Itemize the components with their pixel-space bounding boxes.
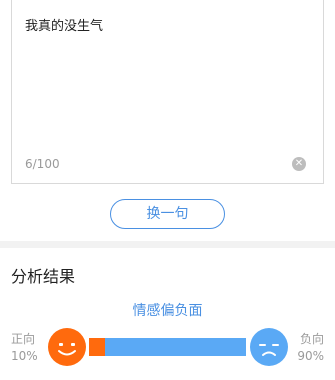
section-title: 分析结果 xyxy=(11,267,76,286)
positive-percent: 10% xyxy=(11,349,38,363)
sad-face-icon xyxy=(250,328,288,366)
positive-label: 正向 10% xyxy=(11,331,38,365)
negative-percent: 90% xyxy=(297,349,324,363)
sentiment-bar xyxy=(89,338,246,356)
section-divider xyxy=(0,241,335,248)
char-count: 6/100 xyxy=(25,157,60,171)
positive-label-text: 正向 xyxy=(11,332,36,346)
sentiment-label: 情感偏负面 xyxy=(132,303,203,319)
negative-label-text: 负向 xyxy=(299,332,324,346)
text-input-card[interactable]: 我真的没生气 6/100 ✕ xyxy=(11,0,324,184)
negative-label: 负向 90% xyxy=(297,331,324,365)
switch-sentence-button[interactable]: 换一句 xyxy=(110,199,225,229)
positive-bar-fill xyxy=(89,338,105,356)
clear-icon[interactable]: ✕ xyxy=(292,157,306,171)
happy-face-icon xyxy=(48,328,86,366)
input-text[interactable]: 我真的没生气 xyxy=(25,15,103,34)
